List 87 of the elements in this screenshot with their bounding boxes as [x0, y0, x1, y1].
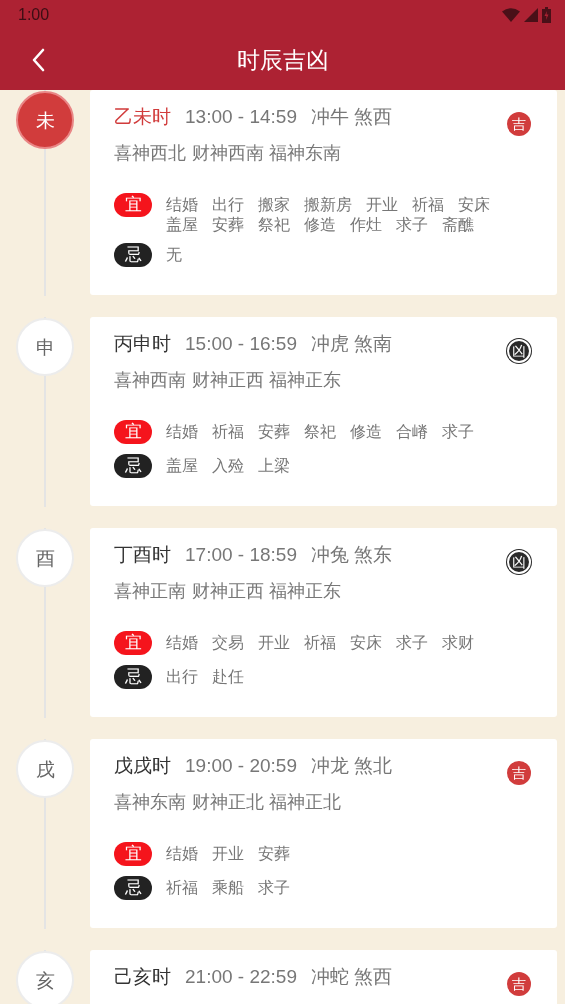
activity-text: 祭祀 [258, 215, 290, 235]
activity-text: 作灶 [350, 215, 382, 235]
avoid-badge: 忌 [114, 665, 152, 689]
activity-text: 乘船 [212, 878, 244, 898]
activity-text: 盖屋 [166, 456, 198, 476]
activity-text: 求子 [396, 633, 428, 653]
activity-text: 开业 [212, 844, 244, 864]
luck-badge: 吉 [507, 112, 531, 136]
activity-text: 结婚 [166, 422, 198, 442]
luck-badge: 吉 [507, 761, 531, 785]
gods-directions: 喜神西北 财神西南 福神东南 [114, 141, 343, 165]
hour-card[interactable]: 丁酉时 17:00 - 18:59 冲兔 煞东 凶 喜神正南 财神正西 福神正东 宜 结婚 交易 开业 祈福 安床 求子 求财 忌 出行 赴任 [90, 528, 557, 717]
activity-text: 祭祀 [304, 422, 336, 442]
page-title: 时辰吉凶 [236, 45, 329, 75]
activity-text: 入殓 [212, 456, 244, 476]
suitable-badge: 宜 [114, 193, 152, 217]
activity-text: 求子 [442, 422, 474, 442]
suitable-badge: 宜 [114, 842, 152, 866]
wifi-icon [502, 8, 520, 22]
hour-card[interactable]: 己亥时 21:00 - 22:59 冲蛇 煞西 吉 [90, 950, 557, 1004]
luck-badge: 凶 [507, 550, 531, 574]
activity-text: 求财 [442, 633, 474, 653]
activity-text: 祈福 [412, 195, 444, 215]
activity-text: 求子 [396, 215, 428, 235]
activity-text: 交易 [212, 633, 244, 653]
activity-text: 斋醮 [442, 215, 474, 235]
hour-card[interactable]: 戊戌时 19:00 - 20:59 冲龙 煞北 吉 喜神东南 财神正北 福神正北 宜 结婚 开业 安葬 忌 祈福 乘船 求子 [90, 739, 557, 928]
clash-text: 冲龙 煞北 [311, 754, 393, 778]
activity-text: 安葬 [212, 215, 244, 235]
activity-text: 结婚 [166, 633, 198, 653]
clash-text: 冲虎 煞南 [311, 332, 393, 356]
clash-text: 冲兔 煞东 [311, 543, 393, 567]
hour-name: 丙申时 [114, 331, 171, 356]
hour-branch-circle[interactable]: 酉 [16, 529, 74, 587]
battery-icon [542, 7, 551, 23]
gods-directions: 喜神西南 财神正西 福神正东 [114, 368, 343, 392]
activity-text: 搬家 [258, 195, 290, 215]
time-range: 21:00 - 22:59 [185, 965, 297, 989]
avoid-badge: 忌 [114, 454, 152, 478]
hour-card[interactable]: 丙申时 15:00 - 16:59 冲虎 煞南 凶 喜神西南 财神正西 福神正东 宜 结婚 祈福 安葬 祭祀 修造 合嵴 求子 忌 盖屋 入殓 上梁 [90, 317, 557, 506]
gods-directions: 喜神正南 财神正西 福神正东 [114, 579, 343, 603]
activity-text: 结婚 [166, 195, 198, 215]
activity-text: 安葬 [258, 844, 290, 864]
hour-branch-circle[interactable]: 申 [16, 318, 74, 376]
luck-badge: 吉 [507, 972, 531, 996]
time-range: 15:00 - 16:59 [185, 332, 297, 356]
activity-text: 安床 [458, 195, 490, 215]
time-range: 17:00 - 18:59 [185, 543, 297, 567]
hour-name: 戊戌时 [114, 753, 171, 778]
activity-text: 结婚 [166, 844, 198, 864]
hour-branch-circle[interactable]: 未 [16, 91, 74, 149]
activity-text: 盖屋 [166, 215, 198, 235]
time-range: 19:00 - 20:59 [185, 754, 297, 778]
clash-text: 冲牛 煞西 [311, 105, 393, 129]
time-range: 13:00 - 14:59 [185, 105, 297, 129]
activity-text: 开业 [366, 195, 398, 215]
activity-text: 求子 [258, 878, 290, 898]
avoid-badge: 忌 [114, 243, 152, 267]
activity-text: 出行 [212, 195, 244, 215]
suitable-badge: 宜 [114, 631, 152, 655]
hour-name: 丁酉时 [114, 542, 171, 567]
hour-name: 己亥时 [114, 964, 171, 989]
hour-card[interactable]: 乙未时 13:00 - 14:59 冲牛 煞西 吉 喜神西北 财神西南 福神东南 宜 结婚 出行 搬家 搬新房 开业 祈福 安床 盖屋 安葬 祭祀 修造 作灶 求子 斋醮 忌 无 [90, 90, 557, 295]
activity-text: 赴任 [212, 667, 244, 687]
suitable-badge: 宜 [114, 420, 152, 444]
activity-text: 搬新房 [304, 195, 352, 215]
hour-branch-circle[interactable]: 戌 [16, 740, 74, 798]
hour-branch-circle[interactable]: 亥 [16, 951, 74, 1004]
activity-text: 修造 [350, 422, 382, 442]
activity-text: 祈福 [212, 422, 244, 442]
activity-text: 安床 [350, 633, 382, 653]
activity-text: 安葬 [258, 422, 290, 442]
activity-text: 出行 [166, 667, 198, 687]
activity-text: 开业 [258, 633, 290, 653]
activity-text: 合嵴 [396, 422, 428, 442]
hour-name: 乙未时 [114, 104, 171, 129]
activity-text: 祈福 [166, 878, 198, 898]
luck-badge: 凶 [507, 339, 531, 363]
avoid-badge: 忌 [114, 876, 152, 900]
activity-text: 上梁 [258, 456, 290, 476]
activity-text: 祈福 [304, 633, 336, 653]
status-time: 1:00 [18, 5, 50, 25]
activity-text: 修造 [304, 215, 336, 235]
activity-text: 无 [166, 245, 182, 265]
gods-directions: 喜神东南 财神正北 福神正北 [114, 790, 343, 814]
signal-icon [524, 8, 538, 22]
clash-text: 冲蛇 煞西 [311, 965, 393, 989]
